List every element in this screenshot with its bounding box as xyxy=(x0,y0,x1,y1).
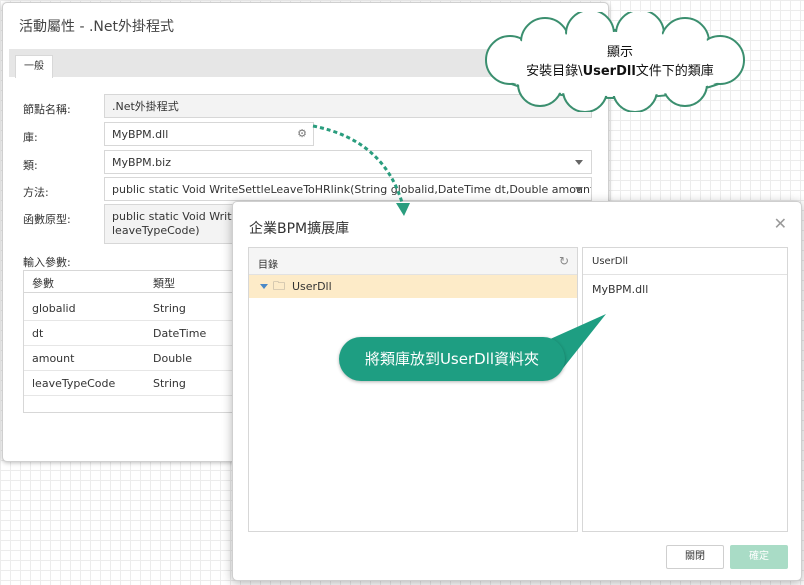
arrow-head xyxy=(396,203,410,216)
dotted-arrow xyxy=(312,124,405,207)
callout-note: 將類庫放到UserDll資料夾 xyxy=(339,337,565,381)
annotation-overlay xyxy=(312,124,606,372)
